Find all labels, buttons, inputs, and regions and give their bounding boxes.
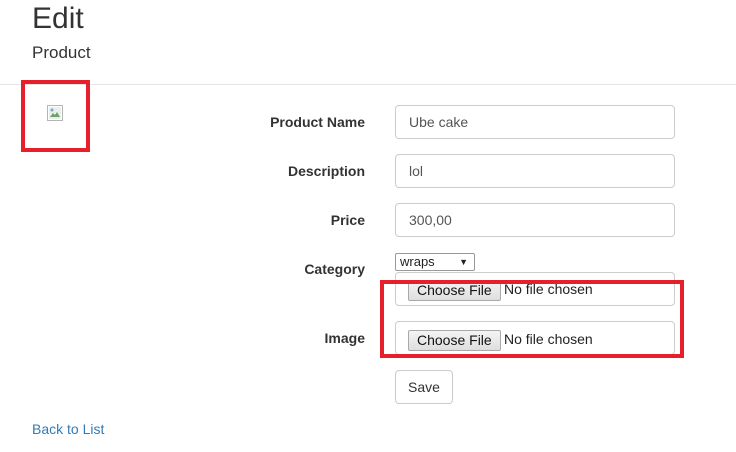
dropdown-arrow-icon: ▼ (459, 257, 468, 267)
category-label: Category (304, 261, 365, 277)
header-divider (0, 84, 736, 85)
page-title: Edit (32, 2, 84, 35)
page-subtitle: Product (32, 43, 91, 62)
description-input[interactable]: lol (395, 154, 675, 188)
highlight-box-file-inputs (380, 280, 684, 358)
product-name-input[interactable]: Ube cake (395, 105, 675, 139)
price-input[interactable]: 300,00 (395, 203, 675, 237)
image-label: Image (324, 330, 365, 346)
description-label: Description (287, 163, 365, 179)
edit-product-page: Edit Product Product Name Ube cake Descr… (0, 0, 736, 452)
product-name-label: Product Name (270, 114, 365, 130)
category-selected-value: wraps (400, 254, 435, 269)
price-label: Price (330, 212, 365, 228)
back-to-list-link[interactable]: Back to List (32, 421, 104, 437)
save-button[interactable]: Save (395, 370, 453, 404)
category-select[interactable]: wraps ▼ (395, 253, 475, 271)
highlight-box-image (21, 80, 90, 152)
